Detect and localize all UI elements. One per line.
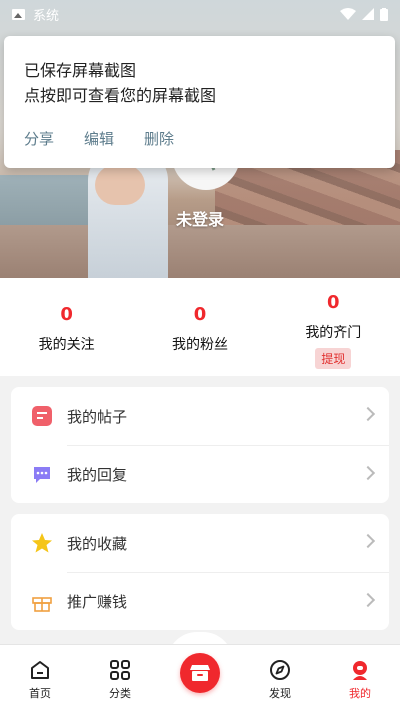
- image-icon: [12, 8, 25, 20]
- signal-icon: [362, 8, 374, 20]
- menu-card-posts: 我的帖子 我的回复: [11, 387, 389, 503]
- status-bar: 系统: [0, 0, 400, 28]
- stat-following[interactable]: 0 我的关注: [0, 278, 133, 376]
- compass-icon: [269, 657, 291, 683]
- username-label[interactable]: 未登录: [0, 206, 400, 230]
- notification-title: 已保存屏幕截图: [24, 61, 137, 80]
- center-shop-button[interactable]: [180, 653, 220, 693]
- wifi-icon: [340, 8, 356, 20]
- chevron-right-icon: [360, 465, 376, 481]
- tab-label: 分类: [109, 687, 131, 700]
- tab-categories[interactable]: 分类: [80, 645, 160, 711]
- battery-icon: [380, 7, 388, 21]
- status-app-label: 系统: [33, 8, 60, 24]
- chevron-right-icon: [360, 592, 376, 608]
- menu-item-my-replies[interactable]: 我的回复: [34, 445, 389, 503]
- share-button[interactable]: 分享: [24, 128, 54, 149]
- star-icon: [31, 532, 53, 554]
- shop-icon: [190, 665, 210, 681]
- stat-qimen[interactable]: 0 我的齐门 提现: [267, 278, 400, 376]
- menu-card-extras: 我的收藏 推广赚钱: [11, 514, 389, 630]
- withdraw-button[interactable]: 提现: [315, 348, 352, 369]
- menu-item-favorites[interactable]: 我的收藏: [11, 514, 389, 572]
- chevron-right-icon: [360, 406, 376, 422]
- chevron-right-icon: [360, 533, 376, 549]
- tab-mine[interactable]: 我的: [320, 645, 400, 711]
- grid-icon: [109, 657, 131, 683]
- stats-panel: 0 我的关注 0 我的粉丝 0 我的齐门 提现: [0, 278, 400, 376]
- home-icon: [29, 657, 51, 683]
- tab-discover[interactable]: 发现: [240, 645, 320, 711]
- gift-icon: [31, 591, 53, 613]
- screenshot-notification[interactable]: 已保存屏幕截图 点按即可查看您的屏幕截图 分享 编辑 删除: [4, 36, 395, 168]
- followers-label: 我的粉丝: [171, 337, 228, 353]
- menu-item-promote[interactable]: 推广赚钱: [32, 572, 389, 630]
- notification-body: 点按即可查看您的屏幕截图: [24, 86, 217, 105]
- reply-icon: [31, 464, 53, 486]
- tab-label: 首页: [29, 687, 51, 700]
- followers-count: 0: [193, 304, 207, 325]
- delete-button[interactable]: 删除: [144, 128, 174, 149]
- tab-label: 我的: [349, 687, 371, 700]
- following-count: 0: [60, 304, 73, 325]
- following-label: 我的关注: [38, 337, 95, 353]
- stat-followers[interactable]: 0 我的粉丝: [133, 278, 266, 376]
- menu-item-label: 我的收藏: [67, 534, 128, 553]
- menu-item-label: 我的回复: [67, 466, 128, 484]
- edit-button[interactable]: 编辑: [84, 128, 114, 149]
- profile-icon: [349, 657, 371, 683]
- menu-item-label: 推广赚钱: [67, 593, 128, 611]
- post-icon: [31, 405, 53, 427]
- qimen-label: 我的齐门: [305, 325, 362, 341]
- menu-item-label: 我的帖子: [67, 407, 128, 426]
- tab-home[interactable]: 首页: [0, 645, 80, 711]
- qimen-count: 0: [327, 292, 340, 313]
- tab-label: 发现: [269, 687, 291, 700]
- menu-item-my-posts[interactable]: 我的帖子: [11, 387, 389, 445]
